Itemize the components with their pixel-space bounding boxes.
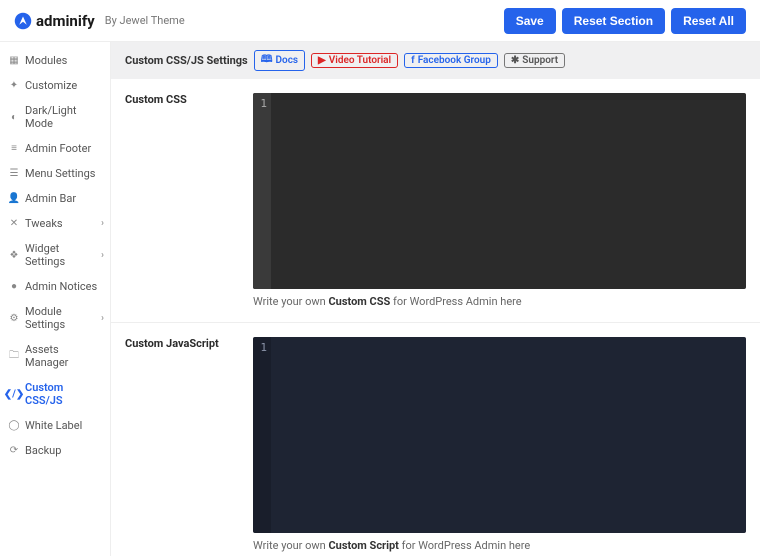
section-title-js: Custom JavaScript (125, 337, 237, 552)
reset-section-button[interactable]: Reset Section (562, 8, 665, 34)
section-title-css: Custom CSS (125, 93, 237, 308)
sidebar-item-label: Custom CSS/JS (25, 381, 102, 407)
sidebar-item-admin-notices[interactable]: ● Admin Notices (0, 274, 110, 299)
product-name: adminify (36, 12, 95, 30)
chevron-right-icon: › (101, 250, 104, 261)
adminify-logo-icon (14, 12, 32, 30)
footer-icon: ≡ (8, 143, 20, 155)
settings-bar: Custom CSS/JS Settings 🕮 Docs ▶ Video Tu… (111, 42, 760, 79)
sidebar-item-dark-light[interactable]: ◐ Dark/Light Mode (0, 98, 110, 136)
darklight-icon: ◐ (8, 111, 20, 123)
sidebar-item-label: Dark/Light Mode (25, 104, 102, 130)
sidebar-item-backup[interactable]: ⟳ Backup (0, 438, 110, 463)
sidebar-item-label: Widget Settings (25, 242, 102, 268)
css-editor[interactable]: 1 (253, 93, 746, 289)
facebook-icon: f (411, 55, 415, 66)
sidebar-item-admin-bar[interactable]: 👤 Admin Bar (0, 186, 110, 211)
js-gutter: 1 (253, 337, 271, 533)
whitelabel-icon: ◯ (8, 420, 20, 432)
video-tutorial-link[interactable]: ▶ Video Tutorial (311, 53, 398, 68)
tweaks-icon: ✕ (8, 218, 20, 230)
sidebar-item-label: White Label (25, 419, 82, 432)
logo-area: adminify By Jewel Theme (14, 12, 185, 30)
sidebar-item-label: Assets Manager (25, 343, 102, 369)
sidebar: ▦ Modules ✦ Customize ◐ Dark/Light Mode … (0, 42, 111, 556)
header-actions: Save Reset Section Reset All (504, 8, 746, 34)
sidebar-item-white-label[interactable]: ◯ White Label (0, 413, 110, 438)
docs-link[interactable]: 🕮 Docs (254, 50, 305, 71)
css-gutter: 1 (253, 93, 271, 289)
widget-icon: ❖ (8, 249, 20, 261)
sidebar-item-tweaks[interactable]: ✕ Tweaks › (0, 211, 110, 236)
sidebar-item-assets-manager[interactable]: 🗀 Assets Manager (0, 337, 110, 375)
sidebar-item-customize[interactable]: ✦ Customize (0, 73, 110, 98)
docs-icon: 🕮 (261, 52, 273, 69)
js-editor[interactable]: 1 (253, 337, 746, 533)
sidebar-item-menu-settings[interactable]: ☰ Menu Settings (0, 161, 110, 186)
sidebar-item-widget-settings[interactable]: ❖ Widget Settings › (0, 236, 110, 274)
sidebar-item-label: Tweaks (25, 217, 63, 230)
sidebar-item-label: Admin Bar (25, 192, 76, 205)
modules-icon: ▦ (8, 55, 20, 67)
sidebar-item-module-settings[interactable]: ⚙ Module Settings › (0, 299, 110, 337)
notices-icon: ● (8, 281, 20, 293)
section-custom-js: Custom JavaScript 1 Write your own Custo… (111, 323, 760, 556)
module-settings-icon: ⚙ (8, 312, 20, 324)
reset-all-button[interactable]: Reset All (671, 8, 746, 34)
support-icon: ✱ (511, 55, 519, 66)
settings-title: Custom CSS/JS Settings (125, 54, 248, 67)
sidebar-item-label: Module Settings (25, 305, 102, 331)
byline: By Jewel Theme (105, 14, 185, 27)
support-label: Support (522, 55, 558, 66)
sidebar-item-custom-css-js[interactable]: ❮/❯ Custom CSS/JS (0, 375, 110, 413)
main-content: Custom CSS/JS Settings 🕮 Docs ▶ Video Tu… (111, 42, 760, 556)
sidebar-item-label: Backup (25, 444, 61, 457)
code-icon: ❮/❯ (8, 388, 20, 400)
sidebar-item-label: Admin Notices (25, 280, 97, 293)
facebook-label: Facebook Group (418, 55, 491, 66)
save-button[interactable]: Save (504, 8, 556, 34)
js-help-text: Write your own Custom Script for WordPre… (253, 539, 746, 552)
docs-label: Docs (276, 55, 299, 66)
adminbar-icon: 👤 (8, 193, 20, 205)
assets-icon: 🗀 (8, 350, 20, 362)
sidebar-item-modules[interactable]: ▦ Modules (0, 48, 110, 73)
header: adminify By Jewel Theme Save Reset Secti… (0, 0, 760, 42)
sidebar-item-label: Customize (25, 79, 77, 92)
play-icon: ▶ (318, 55, 326, 66)
sidebar-item-label: Modules (25, 54, 67, 67)
facebook-group-link[interactable]: f Facebook Group (404, 53, 498, 68)
sidebar-item-label: Admin Footer (25, 142, 91, 155)
customize-icon: ✦ (8, 80, 20, 92)
support-link[interactable]: ✱ Support (504, 53, 565, 68)
js-editor-body[interactable] (271, 337, 746, 533)
menu-icon: ☰ (8, 168, 20, 180)
chevron-right-icon: › (101, 313, 104, 324)
chevron-right-icon: › (101, 218, 104, 229)
logo: adminify (14, 12, 95, 30)
backup-icon: ⟳ (8, 445, 20, 457)
section-custom-css: Custom CSS 1 Write your own Custom CSS f… (111, 79, 760, 323)
css-editor-body[interactable] (271, 93, 746, 289)
video-label: Video Tutorial (329, 55, 391, 66)
sidebar-item-label: Menu Settings (25, 167, 95, 180)
css-help-text: Write your own Custom CSS for WordPress … (253, 295, 746, 308)
sidebar-item-admin-footer[interactable]: ≡ Admin Footer (0, 136, 110, 161)
